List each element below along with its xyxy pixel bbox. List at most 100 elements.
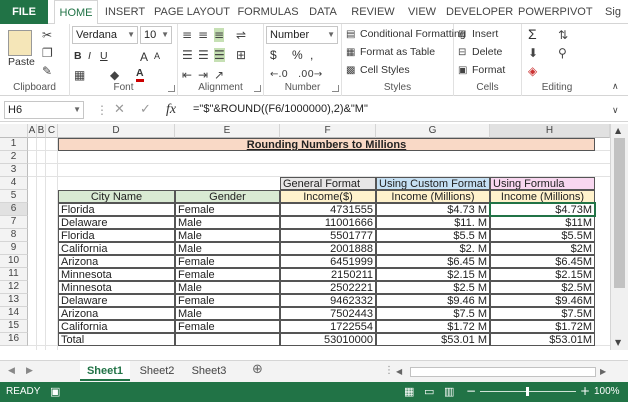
- grow-font-button[interactable]: A: [140, 50, 148, 64]
- horizontal-scrollbar[interactable]: [410, 367, 596, 377]
- header-income-millions-custom[interactable]: Income (Millions): [376, 190, 490, 203]
- more-options-icon[interactable]: ⋮: [96, 103, 108, 117]
- cell-income-millions-custom[interactable]: $5.5 M: [376, 229, 490, 242]
- align-bottom-icon[interactable]: ≡: [214, 28, 225, 42]
- underline-button[interactable]: U: [100, 50, 108, 62]
- cell-city[interactable]: California: [58, 242, 175, 255]
- column-header-a[interactable]: A: [28, 124, 37, 138]
- insert-cells-button[interactable]: Insert: [472, 28, 498, 40]
- decrease-indent-icon[interactable]: ⇤: [182, 68, 192, 82]
- row-header-7[interactable]: 7: [0, 216, 28, 229]
- column-header-h[interactable]: H: [490, 124, 610, 138]
- align-left-icon[interactable]: ☰: [182, 48, 193, 62]
- row-header-13[interactable]: 13: [0, 294, 28, 307]
- cell-income[interactable]: 1722554: [280, 320, 376, 333]
- row-header-10[interactable]: 10: [0, 255, 28, 268]
- cell-city[interactable]: Arizona: [58, 255, 175, 268]
- cell-city-total[interactable]: Total: [58, 333, 175, 346]
- tab-view[interactable]: VIEW: [404, 0, 440, 24]
- header-using-formula[interactable]: Using Formula: [490, 177, 595, 190]
- cell-gender[interactable]: Female: [175, 268, 280, 281]
- percent-button[interactable]: %: [292, 48, 303, 62]
- scroll-thumb[interactable]: [614, 138, 625, 288]
- tab-insert[interactable]: INSERT: [102, 0, 148, 24]
- delete-cells-button[interactable]: Delete: [472, 46, 502, 58]
- column-header-c[interactable]: C: [46, 124, 58, 138]
- row-header-12[interactable]: 12: [0, 281, 28, 294]
- tab-home[interactable]: HOME: [54, 0, 98, 25]
- column-header-e[interactable]: E: [175, 124, 280, 138]
- cell-gender[interactable]: Female: [175, 255, 280, 268]
- increase-decimal-icon[interactable]: ←.0: [270, 68, 288, 82]
- align-middle-icon[interactable]: ≡: [198, 28, 208, 42]
- align-top-icon[interactable]: ≡: [182, 28, 192, 42]
- cell-city[interactable]: Minnesota: [58, 281, 175, 294]
- expand-formula-icon[interactable]: ∨: [612, 104, 619, 118]
- cell-income-millions-formula[interactable]: $9.46M: [490, 294, 595, 307]
- tab-page-layout[interactable]: PAGE LAYOUT: [154, 0, 230, 24]
- column-header-f[interactable]: F: [280, 124, 376, 138]
- cell-income-total[interactable]: 53010000: [280, 333, 376, 346]
- fill-icon[interactable]: ⬇: [528, 46, 538, 60]
- format-as-table-button[interactable]: Format as Table: [360, 46, 435, 58]
- cell-gender[interactable]: Male: [175, 229, 280, 242]
- tab-formulas[interactable]: FORMULAS: [236, 0, 300, 24]
- normal-view-icon[interactable]: ▦: [404, 385, 414, 399]
- orientation-icon[interactable]: ↗: [214, 68, 224, 82]
- zoom-in-icon[interactable]: +: [580, 384, 590, 398]
- align-right-icon[interactable]: ☰: [214, 48, 225, 62]
- format-painter-icon[interactable]: ✎: [42, 64, 52, 78]
- cell-income-millions-custom[interactable]: $4.73 M: [376, 203, 490, 216]
- cell-city[interactable]: Minnesota: [58, 268, 175, 281]
- add-sheet-icon[interactable]: ⊕: [252, 363, 263, 377]
- tab-data[interactable]: DATA: [306, 0, 340, 24]
- scroll-up-icon[interactable]: ▲: [615, 124, 621, 138]
- header-general-format[interactable]: General Format: [280, 177, 376, 190]
- font-name-select[interactable]: Verdana ▼: [72, 26, 138, 44]
- merge-center-icon[interactable]: ⊞: [236, 48, 246, 62]
- cell-income-millions-formula[interactable]: $7.5M: [490, 307, 595, 320]
- hscroll-left-icon[interactable]: ◀: [396, 365, 402, 379]
- macro-record-icon[interactable]: ▣: [50, 385, 60, 399]
- row-header-2[interactable]: 2: [0, 151, 28, 164]
- cell-income-millions-custom[interactable]: $2.15 M: [376, 268, 490, 281]
- bold-button[interactable]: B: [74, 50, 82, 62]
- sheet-tab-sheet3[interactable]: Sheet3: [184, 361, 234, 381]
- cell-gender[interactable]: Male: [175, 307, 280, 320]
- tab-developer[interactable]: DEVELOPER: [446, 0, 513, 24]
- font-size-select[interactable]: 10 ▼: [140, 26, 172, 44]
- cell-gender[interactable]: Male: [175, 216, 280, 229]
- cell-gender[interactable]: Male: [175, 281, 280, 294]
- format-cells-button[interactable]: Format: [472, 64, 505, 76]
- autosum-button[interactable]: Σ: [528, 26, 537, 42]
- comma-button[interactable]: ,: [310, 48, 313, 62]
- cell-income-millions-custom[interactable]: $2.5 M: [376, 281, 490, 294]
- column-header-b[interactable]: B: [37, 124, 46, 138]
- copy-icon[interactable]: ❐: [42, 46, 53, 60]
- cell-income-millions-formula[interactable]: $2.15M: [490, 268, 595, 281]
- insert-function-button[interactable]: fx: [166, 102, 176, 118]
- sort-filter-icon[interactable]: ⇅: [558, 28, 568, 42]
- tab-file[interactable]: FILE: [0, 0, 48, 24]
- wrap-text-icon[interactable]: ⇌: [236, 28, 246, 42]
- shrink-font-button[interactable]: A: [154, 51, 160, 61]
- cell-styles-button[interactable]: Cell Styles: [360, 64, 410, 76]
- next-sheet-icon[interactable]: ▶: [26, 364, 33, 378]
- cell-income[interactable]: 2502221: [280, 281, 376, 294]
- cell-income[interactable]: 2150211: [280, 268, 376, 281]
- row-header-5[interactable]: 5: [0, 190, 28, 203]
- cell-income-millions-formula[interactable]: $4.73M: [490, 203, 595, 216]
- row-header-6[interactable]: 6: [0, 203, 28, 216]
- page-break-view-icon[interactable]: ▥: [444, 385, 454, 399]
- decrease-decimal-icon[interactable]: .00→: [298, 68, 322, 82]
- cell-income[interactable]: 7502443: [280, 307, 376, 320]
- zoom-level[interactable]: 100%: [594, 386, 620, 397]
- row-header-1[interactable]: 1: [0, 138, 28, 151]
- tab-sign[interactable]: Sig: [598, 0, 628, 24]
- cell-income[interactable]: 9462332: [280, 294, 376, 307]
- cell-income[interactable]: 2001888: [280, 242, 376, 255]
- paste-icon[interactable]: [8, 30, 32, 56]
- cancel-icon[interactable]: ✕: [114, 103, 125, 117]
- cell-gender[interactable]: Female: [175, 203, 280, 216]
- fill-color-icon[interactable]: ◆: [110, 68, 119, 82]
